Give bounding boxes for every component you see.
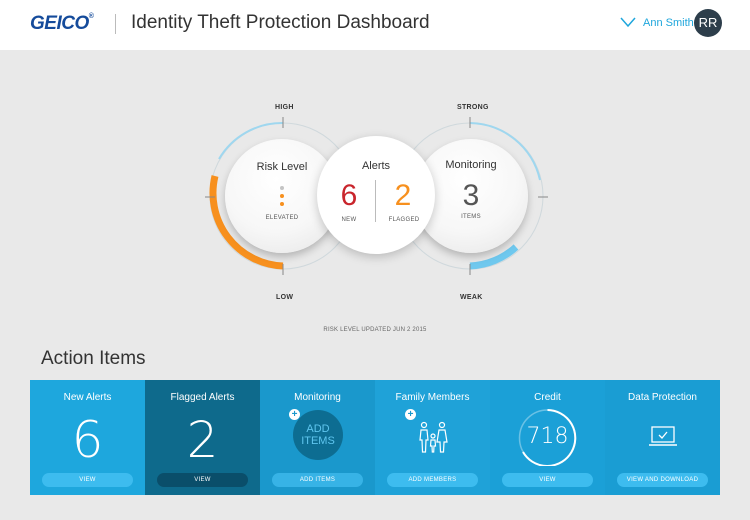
user-name-link[interactable]: Ann Smith: [643, 17, 694, 29]
add-items-circle[interactable]: ADD ITEMS: [293, 410, 343, 460]
new-alerts-label: NEW: [341, 217, 357, 223]
action-items-tiles: New Alerts 6 VIEW Flagged Alerts 2 VIEW …: [30, 380, 720, 495]
monitor-weak-label: WEAK: [460, 294, 483, 301]
family-icon: [419, 421, 448, 453]
flagged-alerts-count: 2: [394, 179, 412, 212]
tile-title: Data Protection: [628, 392, 697, 403]
view-new-alerts-button[interactable]: VIEW: [42, 473, 133, 487]
new-alerts-count: 6: [340, 179, 358, 212]
tile-monitoring[interactable]: Monitoring ADD ITEMS + ADD ITEMS: [260, 380, 375, 495]
geico-logo[interactable]: GEICO®: [30, 13, 94, 35]
tile-data-protection[interactable]: Data Protection VIEW AND DOWNLOAD: [605, 380, 720, 495]
tile-title: Family Members: [395, 392, 470, 403]
risk-dot-low: [280, 186, 284, 190]
user-avatar[interactable]: RR: [694, 9, 722, 37]
risk-dot-high: [280, 202, 284, 206]
risk-high-label: HIGH: [275, 104, 294, 111]
alerts-title: Alerts: [361, 160, 391, 172]
risk-updated-text: RISK LEVEL UPDATED JUN 2 2015: [323, 327, 427, 333]
flagged-alerts-label: FLAGGED: [388, 217, 420, 223]
tile-family-members[interactable]: Family Members + ADD MEMBERS: [375, 380, 490, 495]
alerts-divider: [375, 180, 376, 222]
monitor-strong-label: STRONG: [457, 104, 489, 111]
top-header: GEICO® Identity Theft Protection Dashboa…: [0, 0, 750, 50]
view-flagged-alerts-button[interactable]: VIEW: [157, 473, 248, 487]
add-text-line1: ADD: [306, 423, 330, 435]
tile-flagged-alerts[interactable]: Flagged Alerts 2 VIEW: [145, 380, 260, 495]
header-divider: [115, 14, 116, 34]
page-title: Identity Theft Protection Dashboard: [131, 12, 430, 33]
risk-low-label: LOW: [276, 294, 294, 301]
tile-title: Flagged Alerts: [170, 392, 235, 403]
tile-title: Monitoring: [294, 392, 341, 403]
tile-credit[interactable]: Credit 718 VIEW: [490, 380, 605, 495]
tile-value: 6: [71, 411, 104, 469]
plus-icon[interactable]: +: [289, 409, 300, 420]
action-items-title: Action Items: [41, 348, 146, 369]
tile-new-alerts[interactable]: New Alerts 6 VIEW: [30, 380, 145, 495]
plus-icon[interactable]: +: [405, 409, 416, 420]
laptop-check-icon: [649, 426, 677, 446]
chevron-down-icon[interactable]: [620, 16, 636, 28]
alerts-gauge[interactable]: Alerts 6 NEW 2 FLAGGED: [317, 136, 435, 254]
add-members-button[interactable]: ADD MEMBERS: [387, 473, 478, 487]
view-and-download-button[interactable]: VIEW AND DOWNLOAD: [617, 473, 708, 487]
tile-title: Credit: [534, 392, 561, 403]
risk-dot-mid: [280, 194, 284, 198]
add-text-line2: ITEMS: [301, 435, 335, 447]
view-credit-button[interactable]: VIEW: [502, 473, 593, 487]
credit-score: 718: [526, 424, 569, 449]
tile-value: 2: [186, 411, 219, 469]
add-items-button[interactable]: ADD ITEMS: [272, 473, 363, 487]
tile-title: New Alerts: [63, 392, 112, 403]
